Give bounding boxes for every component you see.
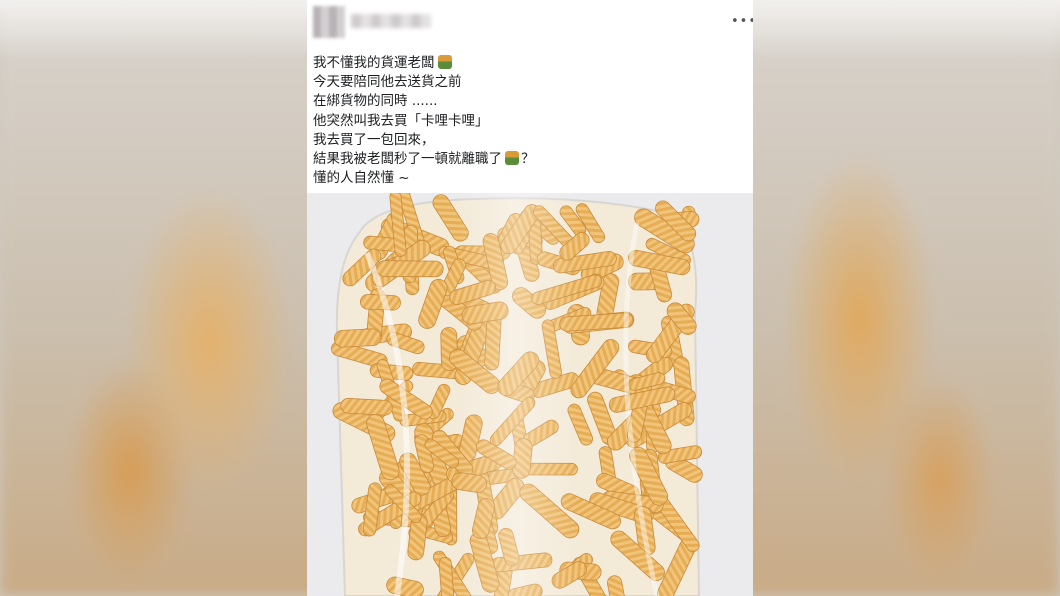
snack-piece: [333, 328, 382, 348]
post-header: •••: [307, 0, 753, 46]
snack-piece: [376, 260, 444, 278]
post-line-text: 結果我被老闆秒了一頓就離職了: [313, 151, 502, 168]
post-line: 在綁貨物的同時 ......: [313, 93, 438, 110]
post-line: 結果我被老闆秒了一頓就離職了 ？: [313, 150, 743, 169]
person-gesturing-no-icon: [505, 151, 519, 166]
facebook-post: ••• 我不懂我的貨運老闆 今天要陪同他去送貨之前 在綁貨物的同時 ......…: [307, 0, 753, 596]
post-line: 他突然叫我去買「卡哩卡哩」: [313, 112, 489, 129]
post-line: 我不懂我的貨運老闆: [313, 54, 743, 73]
snack-bag-illustration: [331, 193, 703, 596]
post-line: 今天要陪同他去送貨之前: [313, 74, 462, 91]
author-name-redacted[interactable]: [351, 14, 431, 28]
person-gesturing-no-icon: [437, 55, 452, 69]
post-line: 我去買了一包回來，: [313, 131, 435, 148]
post-photo[interactable]: [307, 193, 753, 596]
post-text: 我不懂我的貨運老闆 今天要陪同他去送貨之前 在綁貨物的同時 ...... 他突然…: [313, 54, 743, 188]
avatar[interactable]: [313, 6, 345, 38]
post-line-text: 我不懂我的貨運老闆: [313, 55, 435, 71]
post-line: 懂的人自然懂 ~: [313, 170, 410, 187]
bag-sheen: [457, 193, 577, 596]
post-line-suffix: ？: [521, 151, 535, 168]
more-options-icon[interactable]: •••: [731, 14, 753, 30]
snack-piece: [340, 398, 393, 416]
